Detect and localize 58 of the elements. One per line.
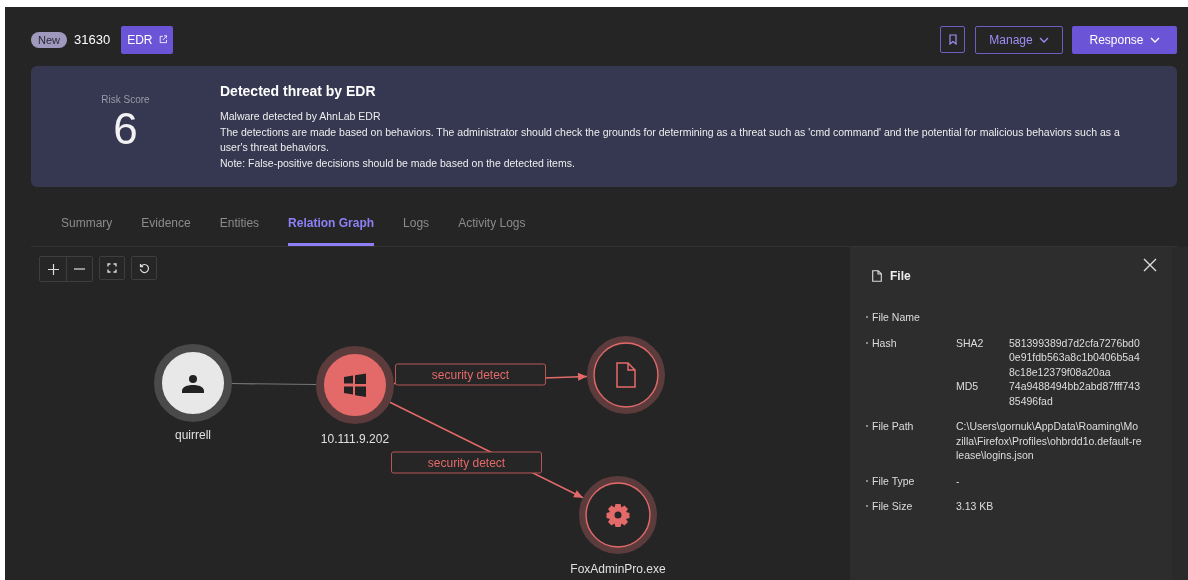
tab[interactable]: Entities bbox=[219, 205, 260, 246]
field-label: Hash bbox=[872, 335, 898, 350]
user-icon bbox=[182, 375, 204, 393]
edge-label: security detect bbox=[391, 451, 542, 474]
risk-score-label: Risk Score bbox=[101, 94, 150, 105]
manage-dropdown[interactable]: Manage bbox=[975, 25, 1063, 54]
tab[interactable]: Logs bbox=[403, 205, 430, 246]
tab[interactable]: Evidence bbox=[141, 205, 191, 246]
field-value: - bbox=[956, 473, 961, 488]
fit-view-button[interactable] bbox=[99, 256, 125, 280]
status-badge: New bbox=[31, 31, 67, 48]
field-label: File Type bbox=[872, 473, 916, 488]
field-label: File Size bbox=[872, 499, 914, 514]
chevron-down-icon bbox=[1149, 36, 1160, 43]
risk-score-value: 6 bbox=[113, 107, 138, 151]
file-icon bbox=[872, 270, 882, 282]
reset-icon bbox=[138, 262, 150, 274]
field-value: 3.13 KB bbox=[956, 499, 995, 514]
fit-screen-icon bbox=[107, 263, 117, 273]
chevron-down-icon bbox=[1038, 36, 1049, 43]
hash-type: SHA2 bbox=[956, 335, 985, 351]
minus-icon bbox=[74, 268, 85, 270]
reset-button[interactable] bbox=[131, 256, 157, 280]
bookmark-button[interactable] bbox=[940, 26, 965, 53]
description-text: Malware detected by AhnLab EDR bbox=[220, 109, 382, 124]
host-node[interactable] bbox=[316, 346, 394, 424]
edr-link-button[interactable]: EDR bbox=[121, 25, 174, 54]
tab[interactable]: Summary bbox=[61, 205, 113, 246]
field-label: File Path bbox=[872, 419, 915, 434]
file-node[interactable] bbox=[587, 336, 665, 414]
plus-icon bbox=[47, 263, 59, 275]
zoom-out-button[interactable] bbox=[66, 257, 92, 281]
gear-icon bbox=[606, 504, 630, 527]
close-icon bbox=[1143, 258, 1157, 272]
close-button[interactable] bbox=[1142, 258, 1158, 274]
process-node[interactable] bbox=[579, 476, 657, 554]
description-text: Note: False-positive decisions should be made based on the detected items. bbox=[220, 155, 576, 171]
external-link-icon bbox=[158, 34, 168, 45]
file-icon bbox=[616, 362, 636, 388]
tab[interactable]: Relation Graph bbox=[288, 205, 375, 246]
bookmark-icon bbox=[948, 34, 957, 45]
incident-id: 31630 bbox=[74, 32, 111, 47]
description-text: The detections are made based on behaviors. The administrator should check the grounds for determining as a threat such as 'cmd command' and the potential for malicious behaviors such as a user's threat behaviors. bbox=[220, 124, 1121, 155]
edge-label: security detect bbox=[395, 363, 546, 386]
node-label: 10.111.9.202 bbox=[320, 432, 390, 446]
hash-value: 581399389d7d2cfa7276bd00e91fdb563a8c1b0406b5a48c18e12379f08a20aa bbox=[1009, 335, 1141, 379]
hash-type: MD5 bbox=[956, 379, 980, 394]
threat-title: Detected threat by EDR bbox=[220, 83, 377, 99]
panel-title: File bbox=[890, 269, 911, 283]
tab[interactable]: Activity Logs bbox=[458, 205, 526, 246]
node-label: FoxAdminPro.exe bbox=[570, 562, 666, 576]
user-node[interactable] bbox=[154, 344, 232, 422]
node-label: quirrell bbox=[175, 428, 211, 442]
hash-value: 74a9488494bb2abd87fff74385496fad bbox=[1009, 379, 1141, 408]
response-dropdown[interactable]: Response bbox=[1072, 25, 1177, 54]
windows-icon bbox=[344, 373, 366, 397]
field-value: C:\Users\gornuk\AppData\Roaming\Mozilla\Firefox\Profiles\ohbrdd1o.default-release\logins.json bbox=[956, 419, 1142, 463]
field-label: File Name bbox=[872, 310, 921, 325]
